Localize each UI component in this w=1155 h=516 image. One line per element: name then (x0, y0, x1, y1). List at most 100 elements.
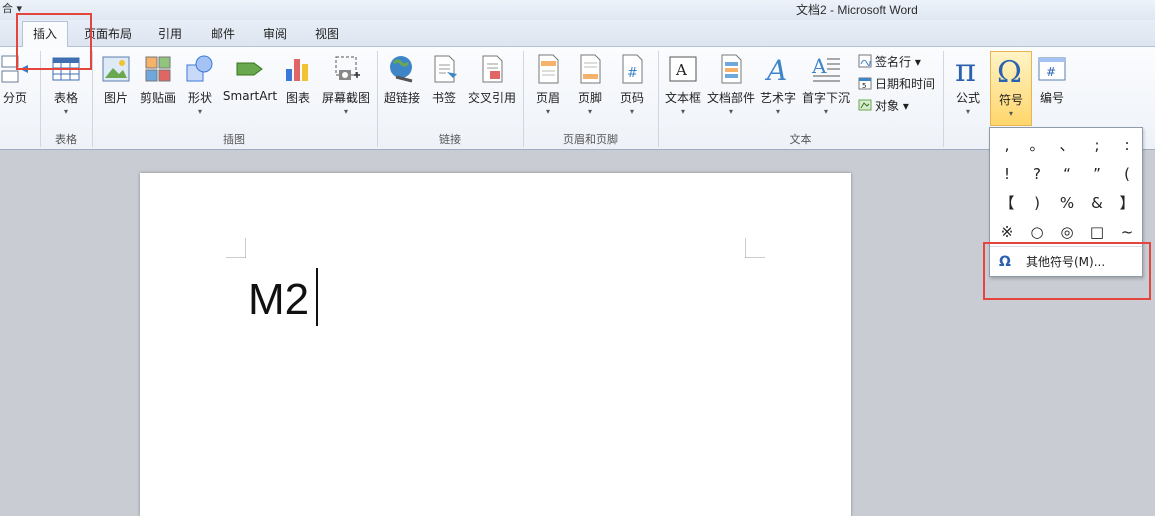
signature-line-button[interactable]: 签名行 ▾ (858, 53, 921, 70)
document-text[interactable]: M2 (248, 275, 309, 325)
numbering-icon: # (1038, 57, 1066, 81)
symbol-cell[interactable]: 【 (992, 189, 1022, 217)
chevron-down-icon: ▾ (197, 107, 202, 116)
group-label-illustrations: 插图 (223, 133, 245, 146)
chevron-down-icon: ▾ (545, 107, 550, 116)
picture-button[interactable]: 图片 (98, 53, 134, 106)
footer-label: 页脚 (577, 91, 602, 105)
group-label-table: 表格 (55, 133, 77, 146)
footer-icon (580, 54, 601, 84)
header-button[interactable]: 页眉 ▾ (530, 53, 566, 116)
crossref-button[interactable]: 交叉引用 (464, 53, 520, 106)
symbol-cell[interactable]: ” (1082, 160, 1112, 188)
symbol-cell[interactable]: , (992, 131, 1022, 159)
hyperlink-button[interactable]: 超链接 (381, 53, 423, 106)
clipart-button[interactable]: 剪贴画 (138, 53, 178, 106)
screenshot-label: 屏幕截图 (321, 91, 370, 105)
symbol-cell[interactable]: ( (1112, 160, 1142, 188)
group-label-text: 文本 (789, 133, 812, 146)
table-label: 表格 (53, 91, 78, 105)
date-time-label: 日期和时间 (875, 77, 936, 91)
clipart-icon (145, 56, 171, 82)
symbol-cell[interactable]: ? (1022, 160, 1052, 188)
title-bar: 合 ▾ 文档2 - Microsoft Word (0, 0, 1155, 20)
svg-text:#: # (1046, 65, 1056, 79)
wordart-icon: A (764, 54, 787, 85)
footer-button[interactable]: 页脚 ▾ (572, 53, 608, 116)
symbol-cell[interactable]: 】 (1112, 189, 1142, 217)
bookmark-button[interactable]: 书签 (428, 53, 460, 106)
object-button[interactable]: 对象 ▾ (858, 97, 909, 114)
tab-mailings[interactable]: 邮件 (203, 24, 243, 44)
quickparts-button[interactable]: 文档部件 ▾ (706, 53, 756, 116)
header-label: 页眉 (535, 91, 560, 105)
pi-icon: π (955, 53, 976, 85)
signature-line-icon (858, 54, 872, 68)
picture-icon (102, 56, 130, 82)
smartart-label: SmartArt (222, 89, 278, 103)
document-page[interactable] (140, 173, 851, 516)
symbol-cell[interactable]: : (1112, 131, 1142, 159)
crop-mark-top-right (745, 238, 765, 258)
symbol-cell[interactable]: ; (1082, 131, 1112, 159)
symbol-cell[interactable]: 。 (1022, 131, 1052, 159)
omega-icon: Ω (997, 55, 1022, 90)
symbol-cell[interactable]: “ (1052, 160, 1082, 188)
svg-text:5: 5 (862, 82, 866, 90)
dropcap-button[interactable]: A 首字下沉 ▾ (800, 53, 852, 116)
equation-label: 公式 (955, 91, 980, 105)
picture-label: 图片 (103, 91, 128, 105)
shapes-button[interactable]: 形状 ▾ (183, 53, 217, 116)
cross-reference-icon (482, 55, 503, 83)
chevron-down-icon: ▾ (587, 107, 592, 116)
date-time-button[interactable]: 5 日期和时间 (858, 75, 935, 92)
tab-review[interactable]: 审阅 (255, 24, 295, 44)
screenshot-button[interactable]: 屏幕截图 ▾ (318, 53, 374, 116)
textbox-button[interactable]: A 文本框 ▾ (663, 53, 703, 116)
numbering-button[interactable]: # 编号 (1033, 53, 1071, 106)
symbol-label: 符号 (998, 93, 1023, 107)
clipart-label: 剪贴画 (139, 91, 176, 105)
page-number-icon: # (622, 54, 643, 84)
symbol-cell[interactable]: 、 (1052, 131, 1082, 159)
chevron-down-icon: ▾ (63, 107, 68, 116)
textbox-label: 文本框 (664, 91, 701, 105)
hyperlink-icon (390, 56, 413, 83)
crossref-label: 交叉引用 (467, 91, 516, 105)
group-label-header-footer: 页眉和页脚 (563, 133, 618, 146)
smartart-button[interactable]: SmartArt (222, 53, 278, 103)
group-label-links: 链接 (439, 133, 461, 146)
tab-references[interactable]: 引用 (150, 24, 190, 44)
dropcap-label: 首字下沉 (801, 91, 850, 105)
wordart-button[interactable]: A 艺术字 ▾ (759, 53, 797, 116)
svg-text:A: A (764, 54, 787, 85)
symbol-cell[interactable]: % (1052, 189, 1082, 217)
symbol-cell[interactable]: & (1082, 189, 1112, 217)
chart-button[interactable]: 图表 (282, 53, 314, 106)
chevron-down-icon: ▾ (965, 107, 970, 116)
chevron-down-icon: ▾ (823, 107, 828, 116)
drop-cap-icon: A (811, 54, 840, 82)
chevron-down-icon: ▾ (1008, 109, 1013, 118)
shapes-label: 形状 (187, 91, 212, 105)
chevron-down-icon: ▾ (343, 107, 348, 116)
highlight-more-symbols (983, 242, 1151, 300)
bookmark-icon (434, 55, 457, 83)
numbering-label: 编号 (1039, 91, 1064, 105)
screenshot-icon (335, 56, 360, 80)
svg-text:A: A (811, 54, 827, 78)
page-number-label: 页码 (619, 91, 644, 105)
textbox-icon: A (669, 56, 697, 82)
tab-insert[interactable]: 插入 (22, 21, 68, 47)
symbol-cell[interactable]: ! (992, 160, 1022, 188)
bookmark-label: 书签 (431, 91, 456, 105)
calendar-icon: 5 (858, 77, 872, 90)
text-cursor (316, 268, 318, 326)
tab-view[interactable]: 视图 (307, 24, 347, 44)
wordart-label: 艺术字 (759, 91, 796, 105)
crop-mark-top-left (226, 238, 246, 258)
page-number-button[interactable]: # 页码 ▾ (614, 53, 650, 116)
symbol-cell[interactable]: ) (1022, 189, 1052, 217)
equation-button[interactable]: π 公式 ▾ (948, 53, 988, 116)
symbol-button[interactable]: Ω 符号 ▾ (990, 51, 1032, 126)
